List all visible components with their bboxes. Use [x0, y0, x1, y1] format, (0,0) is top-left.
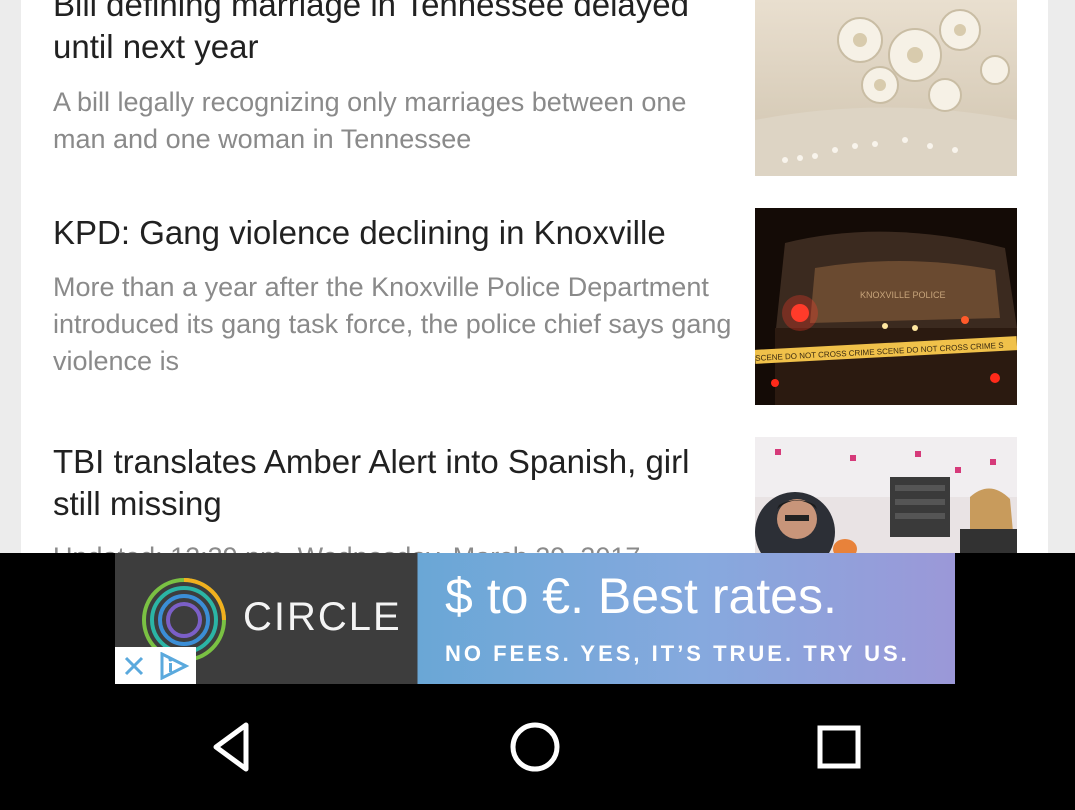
- ad-tagline: NO FEES. YES, IT’S TRUE. TRY US.: [445, 641, 910, 666]
- office-people-image: [755, 437, 1017, 553]
- police-car-lettering: KNOXVILLE POLICE: [860, 290, 946, 300]
- back-icon[interactable]: [200, 715, 264, 779]
- recents-icon[interactable]: [807, 715, 871, 779]
- article-headline[interactable]: TBI translates Amber Alert into Spanish,…: [53, 441, 743, 525]
- article-thumbnail[interactable]: [755, 437, 1017, 553]
- article-thumbnail[interactable]: KNOXVILLE POLICE SCENE DO NOT CROSS CRIM…: [755, 208, 1017, 405]
- article-headline[interactable]: KPD: Gang violence declining in Knoxvill…: [53, 212, 743, 254]
- police-crime-scene-image: KNOXVILLE POLICE SCENE DO NOT CROSS CRIM…: [755, 208, 1017, 405]
- article-thumbnail[interactable]: [755, 0, 1017, 176]
- article-item[interactable]: Bill defining marriage in Tennessee dela…: [21, 0, 1048, 190]
- article-item[interactable]: KPD: Gang violence declining in Knoxvill…: [21, 208, 1048, 408]
- ad-brand-name: CIRCLE: [243, 595, 402, 639]
- adchoices-icon[interactable]: [152, 647, 196, 684]
- article-summary: More than a year after the Knoxville Pol…: [53, 272, 732, 376]
- article-item[interactable]: TBI translates Amber Alert into Spanish,…: [21, 437, 1048, 553]
- article-headline[interactable]: Bill defining marriage in Tennessee dela…: [53, 0, 743, 68]
- home-icon[interactable]: [503, 715, 567, 779]
- article-summary: Updated: 12:39 pm, Wednesday, March 29, …: [53, 539, 743, 553]
- wedding-cake-image: [755, 0, 1017, 176]
- close-icon[interactable]: [115, 647, 152, 684]
- news-feed: Bill defining marriage in Tennessee dela…: [21, 0, 1048, 553]
- ad-banner[interactable]: CIRCLE $ to €. Best rates. NO FEES. YES,…: [115, 553, 955, 684]
- system-navigation-bar: [0, 684, 1075, 810]
- article-summary: A bill legally recognizing only marriage…: [53, 87, 687, 154]
- ad-headline: $ to €. Best rates.: [445, 568, 837, 624]
